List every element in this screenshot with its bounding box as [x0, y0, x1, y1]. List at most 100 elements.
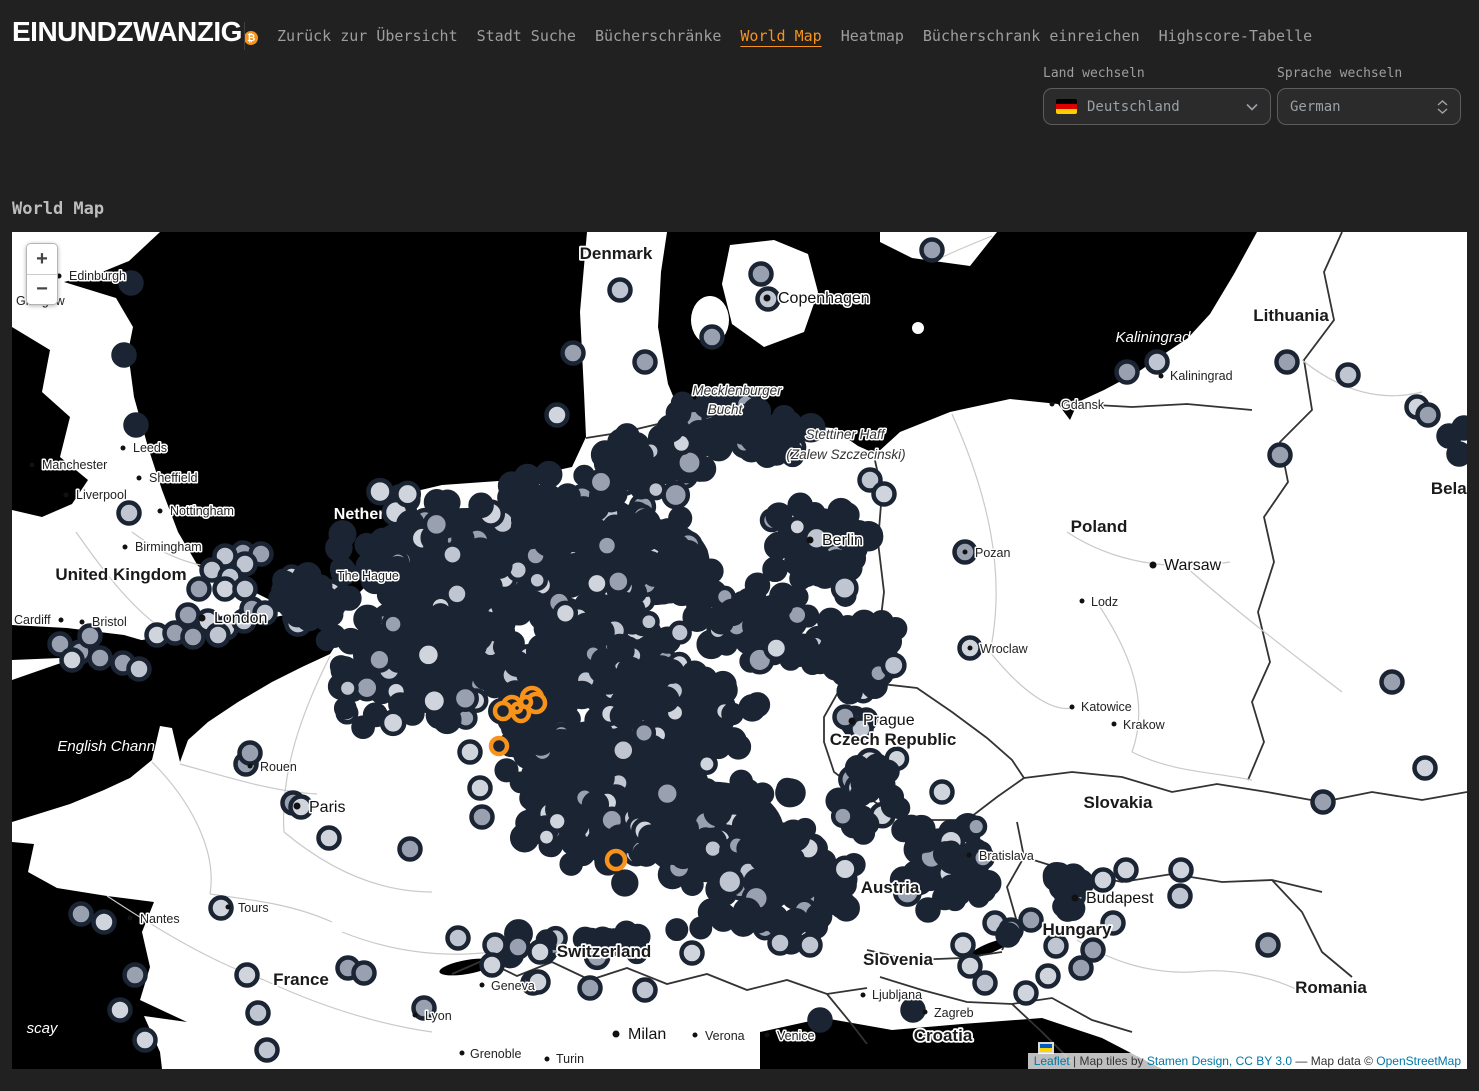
map-marker-orange[interactable] — [491, 738, 507, 754]
map-marker[interactable] — [90, 648, 111, 669]
map-marker[interactable] — [528, 641, 549, 662]
map-marker[interactable] — [681, 761, 698, 778]
map-marker[interactable] — [668, 736, 692, 760]
map-marker[interactable] — [548, 812, 567, 831]
map-marker[interactable] — [800, 935, 821, 956]
map-marker[interactable] — [426, 491, 448, 513]
map-marker[interactable] — [768, 505, 790, 527]
app-logo[interactable]: EINUNDZWANZIG ₿ — [12, 16, 258, 48]
map-marker[interactable] — [475, 666, 497, 688]
map-marker[interactable] — [698, 755, 715, 772]
nav-world-map[interactable]: World Map — [740, 27, 821, 45]
map-marker[interactable] — [766, 638, 787, 659]
map-marker[interactable] — [529, 572, 546, 589]
map-marker[interactable] — [768, 594, 791, 617]
map-marker[interactable] — [423, 689, 446, 712]
map-marker[interactable] — [519, 524, 542, 547]
map-marker[interactable] — [724, 705, 742, 723]
map-marker[interactable] — [648, 824, 671, 847]
map-marker-orange[interactable] — [495, 703, 511, 719]
map-marker[interactable] — [319, 828, 340, 849]
map-marker[interactable] — [668, 546, 691, 569]
map-marker[interactable] — [833, 807, 852, 826]
map-marker[interactable] — [1171, 860, 1192, 881]
map-marker[interactable] — [1338, 365, 1359, 386]
map-marker[interactable] — [447, 583, 468, 604]
map-marker[interactable] — [688, 676, 710, 698]
map-marker[interactable] — [668, 402, 689, 423]
map-marker[interactable] — [810, 1010, 831, 1031]
map-marker[interactable] — [369, 649, 391, 671]
map-marker[interactable] — [582, 503, 602, 523]
map-marker[interactable] — [834, 858, 857, 881]
map-marker[interactable] — [575, 724, 596, 745]
map-marker[interactable] — [438, 623, 463, 648]
map-marker[interactable] — [460, 742, 481, 763]
zoom-in-button[interactable]: + — [27, 244, 57, 274]
map-marker[interactable] — [903, 1000, 924, 1021]
map-marker[interactable] — [756, 811, 774, 829]
map-marker[interactable] — [967, 818, 985, 836]
nav-buecherschrank-einreichen[interactable]: Bücherschrank einreichen — [923, 27, 1140, 45]
map-marker[interactable] — [623, 453, 641, 471]
map-marker[interactable] — [62, 650, 83, 671]
map-marker[interactable] — [682, 943, 703, 964]
map-marker[interactable] — [883, 655, 904, 676]
map-marker[interactable] — [369, 480, 392, 503]
map-marker[interactable] — [918, 833, 936, 851]
map-marker[interactable] — [354, 963, 375, 984]
map-marker[interactable] — [1277, 352, 1298, 373]
map-marker[interactable] — [871, 774, 893, 796]
map-marker[interactable] — [294, 567, 317, 590]
map-marker[interactable] — [110, 1000, 131, 1021]
map-marker[interactable] — [975, 973, 996, 994]
map-marker[interactable] — [790, 645, 810, 665]
map-marker[interactable] — [497, 761, 517, 781]
map-marker[interactable] — [789, 518, 806, 535]
map-marker[interactable] — [1170, 886, 1191, 907]
map-marker[interactable] — [610, 280, 631, 301]
map-marker[interactable] — [126, 415, 147, 436]
leaflet-link[interactable]: Leaflet — [1034, 1054, 1070, 1068]
map-marker[interactable] — [953, 935, 974, 956]
map-marker[interactable] — [237, 965, 258, 986]
map-marker[interactable] — [555, 603, 576, 624]
map-marker[interactable] — [588, 766, 612, 790]
map-marker[interactable] — [472, 807, 493, 828]
map-marker[interactable] — [71, 904, 92, 925]
map-marker[interactable] — [664, 483, 688, 507]
map-marker[interactable] — [1313, 792, 1334, 813]
map-marker[interactable] — [586, 573, 607, 594]
map-marker[interactable] — [183, 627, 204, 648]
map-marker[interactable] — [1058, 899, 1078, 919]
nav-buecherschraenke[interactable]: Bücherschränke — [595, 27, 721, 45]
map-marker[interactable] — [770, 933, 791, 954]
map-marker[interactable] — [208, 625, 229, 646]
map-marker[interactable] — [1449, 444, 1468, 465]
map-marker[interactable] — [1093, 870, 1114, 891]
map-marker[interactable] — [819, 610, 842, 633]
map-marker[interactable] — [482, 955, 503, 976]
map-marker[interactable] — [1147, 352, 1168, 373]
map-marker[interactable] — [417, 643, 440, 666]
map-marker[interactable] — [857, 639, 879, 661]
map-marker[interactable] — [512, 825, 537, 850]
map-marker[interactable] — [852, 785, 871, 804]
map-marker[interactable] — [590, 471, 612, 493]
map-marker[interactable] — [611, 594, 635, 618]
nav-zurueck-zur-uebersicht[interactable]: Zurück zur Übersicht — [277, 27, 458, 45]
map-marker[interactable] — [125, 965, 146, 986]
map-marker[interactable] — [470, 778, 491, 799]
map-marker[interactable] — [357, 535, 377, 555]
map-marker[interactable] — [702, 327, 723, 348]
map-marker[interactable] — [114, 345, 135, 366]
map-marker[interactable] — [736, 781, 758, 803]
map-marker-orange[interactable] — [607, 851, 625, 869]
map-marker[interactable] — [1083, 940, 1104, 961]
map-marker[interactable] — [479, 576, 500, 597]
map-marker[interactable] — [257, 1040, 278, 1061]
map-marker[interactable] — [922, 240, 943, 261]
map-marker[interactable] — [425, 513, 448, 536]
map-marker[interactable] — [612, 739, 634, 761]
map-marker[interactable] — [563, 343, 584, 364]
